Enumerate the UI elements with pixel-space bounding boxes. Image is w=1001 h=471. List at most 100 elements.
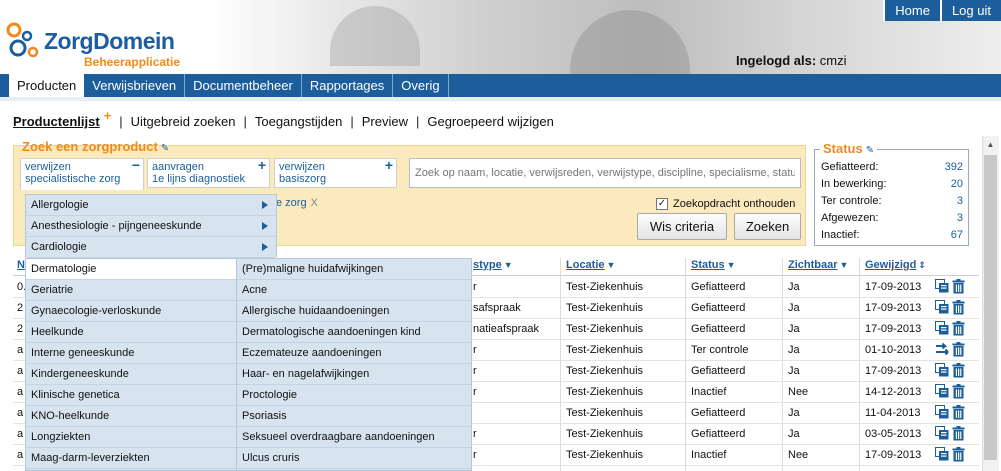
status-count[interactable]: 20 (951, 178, 963, 190)
logo-icon (6, 22, 39, 58)
subnav-uitgebreid-zoeken[interactable]: Uitgebreid zoeken (131, 114, 236, 129)
trash-icon[interactable] (952, 342, 966, 357)
search-button[interactable]: Zoeken (734, 213, 801, 240)
swap-icon[interactable] (935, 342, 949, 357)
home-button[interactable]: Home (883, 0, 940, 21)
cell-status: Gefiatteerd (691, 365, 746, 377)
subnav-toegangstijden[interactable]: Toegangstijden (255, 114, 342, 129)
column-header-locatie[interactable]: Locatie ▼ (566, 259, 615, 271)
menu-item-specialism[interactable]: Kindergeneeskunde (26, 364, 236, 385)
cell-naam[interactable]: 2 (17, 323, 23, 335)
copy-icon[interactable] (935, 279, 949, 294)
menu-item-condition[interactable]: Eczemateuze aandoeningen (237, 343, 471, 364)
scroll-up-arrow-icon[interactable]: ▲ (982, 136, 999, 153)
remove-tag-icon[interactable]: X (311, 197, 318, 209)
menu-item-allergologie[interactable]: Allergologie (26, 195, 276, 216)
subnav-productenlijst[interactable]: Productenlijst (13, 114, 100, 129)
submenu-arrow-icon (262, 243, 268, 251)
row-actions (935, 279, 966, 294)
status-count[interactable]: 3 (957, 212, 963, 224)
sort-down-icon: ▼ (606, 260, 616, 270)
chip-verwijzen-basiszorg[interactable]: verwijzen basiszorg + (274, 158, 397, 188)
menu-item-condition[interactable]: Allergische huidaandoeningen (237, 301, 471, 322)
remember-search-option[interactable]: ✓ Zoekopdracht onthouden (656, 198, 795, 210)
cell-naam[interactable]: a (17, 365, 23, 377)
tab-overig[interactable]: Overig (393, 74, 449, 97)
column-header-gewijzigd[interactable]: Gewijzigd ⇕ (865, 259, 926, 271)
copy-icon[interactable] (935, 426, 949, 441)
column-header-zichtbaar[interactable]: Zichtbaar ▼ (788, 259, 848, 271)
tab-verwijsbrieven[interactable]: Verwijsbrieven (84, 74, 186, 97)
menu-item-condition[interactable]: Acne (237, 280, 471, 301)
copy-icon[interactable] (935, 447, 949, 462)
menu-item-condition[interactable]: Dermatologische aandoeningen kind (237, 322, 471, 343)
menu-item-cardiologie[interactable]: Cardiologie (26, 237, 276, 258)
trash-icon[interactable] (952, 447, 966, 462)
copy-icon[interactable] (935, 384, 949, 399)
menu-item-specialism[interactable]: Maag-darm-leverziekten (26, 448, 236, 469)
collapse-minus-icon[interactable]: − (132, 158, 140, 172)
expand-plus-icon[interactable]: + (385, 158, 393, 172)
trash-icon[interactable] (952, 321, 966, 336)
menu-item-condition[interactable]: Ulcus cruris (237, 448, 471, 469)
menu-item-specialism[interactable]: KNO-heelkunde (26, 406, 236, 427)
trash-icon[interactable] (952, 405, 966, 420)
search-input[interactable] (409, 158, 801, 188)
cell-naam[interactable]: 2 (17, 302, 23, 314)
edit-pencil-icon[interactable]: ✎ (866, 145, 874, 156)
trash-icon[interactable] (952, 384, 966, 399)
tab-producten[interactable]: Producten (9, 74, 85, 97)
menu-item-condition[interactable]: Seksueel overdraagbare aandoeningen (237, 427, 471, 448)
trash-icon[interactable] (952, 426, 966, 441)
logout-button[interactable]: Log uit (939, 0, 1001, 21)
cell-gewijzigd: 11-04-2013 (865, 407, 921, 419)
copy-icon[interactable] (935, 363, 949, 378)
cell-naam[interactable]: a (17, 428, 23, 440)
menu-item-condition[interactable]: (Pre)maligne huidafwijkingen (237, 259, 471, 280)
menu-item-anesthesiologie[interactable]: Anesthesiologie - pijngeneeskunde (26, 216, 276, 237)
subnav-preview[interactable]: Preview (362, 114, 408, 129)
menu-item-specialism[interactable]: Klinische genetica (26, 385, 236, 406)
copy-icon[interactable] (935, 300, 949, 315)
status-count[interactable]: 392 (945, 161, 963, 173)
chip-verwijzen-specialistische-zorg[interactable]: verwijzen specialistische zorg − (20, 158, 144, 190)
cell-naam[interactable]: a (17, 407, 23, 419)
column-header-status[interactable]: Status ▼ (691, 259, 736, 271)
copy-icon[interactable] (935, 321, 949, 336)
trash-icon[interactable] (952, 300, 966, 315)
column-header-verwijstype[interactable]: stype ▼ (473, 259, 513, 271)
sort-down-icon: ▼ (726, 260, 736, 270)
menu-item-condition[interactable]: Psoriasis (237, 406, 471, 427)
tab-documentbeheer[interactable]: Documentbeheer (185, 74, 302, 97)
filter-tag[interactable]: e zorg X (276, 197, 318, 209)
zorgdomein-logo[interactable]: ZorgDomein Beheerapplicatie (6, 22, 216, 70)
nav-divider (0, 97, 1001, 101)
menu-item-specialism[interactable]: Dermatologie (26, 259, 236, 280)
expand-plus-icon[interactable]: + (258, 158, 266, 172)
cell-naam[interactable]: a (17, 449, 23, 461)
copy-icon[interactable] (935, 405, 949, 420)
clear-criteria-button[interactable]: Wis criteria (637, 213, 727, 240)
menu-item-condition[interactable]: Proctologie (237, 385, 471, 406)
trash-icon[interactable] (952, 279, 966, 294)
column-header-naam[interactable]: N (17, 259, 25, 271)
cell-naam[interactable]: a (17, 386, 23, 398)
status-count[interactable]: 3 (957, 195, 963, 207)
remember-search-checkbox[interactable]: ✓ (656, 198, 668, 210)
add-product-plus-icon[interactable]: + (104, 108, 112, 123)
menu-item-specialism[interactable]: Interne geneeskunde (26, 343, 236, 364)
chip-aanvragen-1e-lijns-diagnostiek[interactable]: aanvragen 1e lijns diagnostiek + (147, 158, 270, 188)
menu-item-specialism[interactable]: Geriatrie (26, 280, 236, 301)
scrollbar-thumb[interactable] (984, 155, 997, 460)
cell-naam[interactable]: a (17, 344, 23, 356)
subnav-gegroepeerd-wijzigen[interactable]: Gegroepeerd wijzigen (427, 114, 553, 129)
edit-pencil-icon[interactable]: ✎ (161, 143, 169, 154)
trash-icon[interactable] (952, 363, 966, 378)
menu-item-specialism[interactable]: Longziekten (26, 427, 236, 448)
menu-item-specialism[interactable]: Gynaecologie-verloskunde (26, 301, 236, 322)
status-panel-title: Status ✎ (820, 141, 878, 156)
tab-rapportages[interactable]: Rapportages (302, 74, 394, 97)
status-count[interactable]: 67 (951, 229, 963, 241)
menu-item-condition[interactable]: Haar- en nagelafwijkingen (237, 364, 471, 385)
menu-item-specialism[interactable]: Heelkunde (26, 322, 236, 343)
